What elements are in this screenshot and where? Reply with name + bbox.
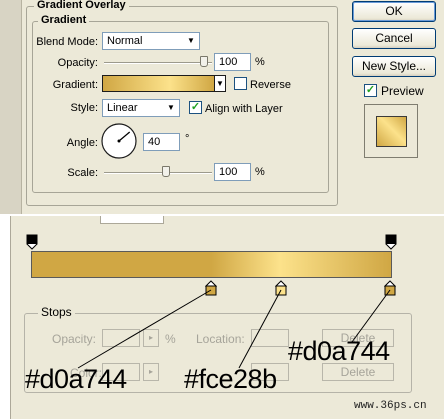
annotation-right: #d0a744 xyxy=(288,336,390,366)
annotation-line-right xyxy=(351,289,391,343)
annotation-line-middle xyxy=(238,289,282,369)
annotation-middle: #fce28b xyxy=(184,364,277,394)
annotation-left: #d0a744 xyxy=(25,364,127,394)
watermark: www.36ps.cn xyxy=(354,400,427,412)
annotation-line-left xyxy=(77,289,212,369)
